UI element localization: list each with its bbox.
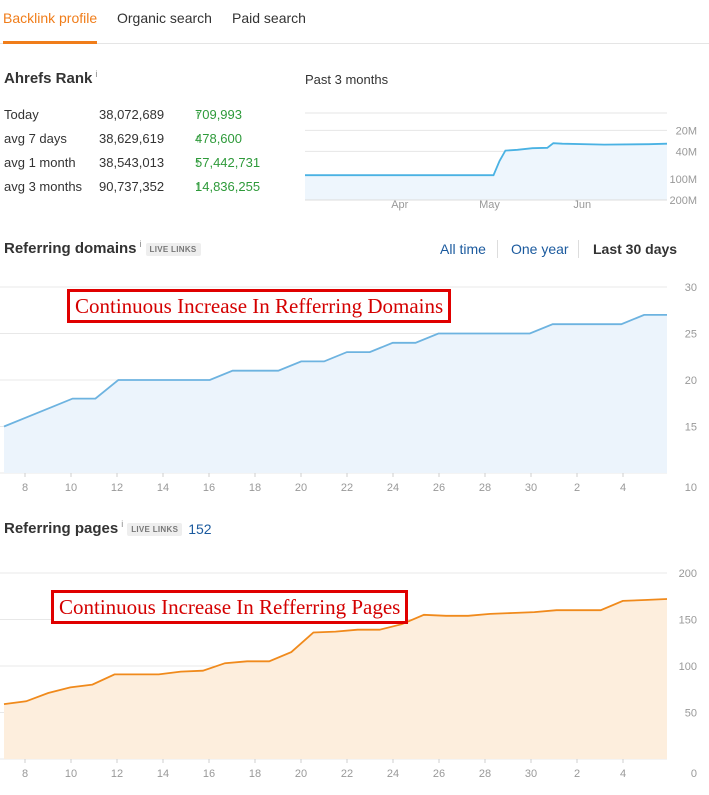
x-tick-label: 16 — [203, 768, 215, 780]
range-one-year[interactable]: One year — [511, 241, 569, 257]
y-tick-label: 25 — [685, 329, 697, 341]
x-tick-label: May — [479, 199, 500, 211]
series-area — [4, 314, 667, 473]
range-divider — [497, 240, 498, 258]
info-icon[interactable]: i — [140, 239, 142, 249]
info-icon[interactable]: i — [121, 519, 123, 529]
x-tick-label: 22 — [341, 482, 353, 494]
y-tick-label: 10 — [685, 482, 697, 494]
y-tick-label: 0 — [691, 768, 697, 780]
x-tick-label: 12 — [111, 768, 123, 780]
x-tick-label: 24 — [387, 768, 399, 780]
y-tick-label: 100M — [669, 174, 697, 186]
x-tick-label: 18 — [249, 768, 261, 780]
x-tick-label: 20 — [295, 482, 307, 494]
x-tick-label: 8 — [22, 482, 28, 494]
y-tick-label: 20M — [676, 125, 697, 137]
referring-pages-heading: Referring pages — [4, 520, 119, 537]
x-tick-label: 30 — [525, 482, 537, 494]
x-tick-label: 2 — [574, 482, 580, 494]
y-tick-label: 200M — [669, 195, 697, 207]
live-links-badge: LIVE LINKS — [145, 242, 201, 256]
ahrefs-rank-title: Ahrefs Rank i — [4, 69, 97, 87]
x-tick-label: 28 — [479, 768, 491, 780]
x-tick-label: 4 — [620, 768, 626, 780]
x-tick-label: 24 — [387, 482, 399, 494]
y-tick-label: 40M — [676, 146, 697, 158]
referring-pages-count[interactable]: 152 — [188, 521, 211, 537]
x-tick-label: 14 — [157, 482, 169, 494]
x-tick-label: 28 — [479, 482, 491, 494]
x-tick-label: 30 — [525, 768, 537, 780]
x-tick-label: 14 — [157, 768, 169, 780]
y-tick-label: 150 — [679, 615, 697, 627]
y-tick-label: 200 — [679, 568, 697, 580]
tab-backlink-profile[interactable]: Backlink profile — [3, 10, 97, 26]
report-tabs: Backlink profile Organic search Paid sea… — [0, 0, 709, 44]
rank-period-label: Past 3 months — [305, 72, 389, 87]
range-divider — [578, 240, 579, 258]
y-tick-label: 20 — [685, 375, 697, 387]
referring-pages-callout: Continuous Increase In Refferring Pages — [51, 590, 409, 624]
tab-paid-search[interactable]: Paid search — [232, 10, 306, 26]
y-tick-label: 100 — [679, 661, 697, 673]
x-tick-label: 4 — [620, 482, 626, 494]
referring-domains-callout: Continuous Increase In Refferring Domain… — [67, 289, 452, 323]
ahrefs-rank-heading: Ahrefs Rank — [4, 70, 93, 87]
y-tick-label: 50 — [685, 708, 697, 720]
x-tick-label: 20 — [295, 768, 307, 780]
x-tick-label: 2 — [574, 768, 580, 780]
x-tick-label: 26 — [433, 482, 445, 494]
x-tick-label: Jun — [573, 199, 591, 211]
x-tick-label: 10 — [65, 482, 77, 494]
x-tick-label: Apr — [391, 199, 408, 211]
range-last-30-days[interactable]: Last 30 days — [593, 241, 677, 257]
y-tick-label: 15 — [685, 422, 697, 434]
x-tick-label: 10 — [65, 768, 77, 780]
tab-organic-search[interactable]: Organic search — [117, 10, 212, 26]
x-tick-label: 22 — [341, 768, 353, 780]
live-links-badge: LIVE LINKS — [127, 522, 183, 536]
referring-pages-title: Referring pages i LIVE LINKS 152 — [4, 519, 212, 537]
x-tick-label: 18 — [249, 482, 261, 494]
referring-domains-title: Referring domains iLIVE LINKS — [4, 239, 201, 257]
x-tick-label: 12 — [111, 482, 123, 494]
ahrefs-rank-chart: 20M 40M 100M 200M Apr May Jun — [305, 112, 697, 211]
referring-domains-heading: Referring domains — [4, 240, 137, 257]
x-tick-label: 16 — [203, 482, 215, 494]
range-all-time[interactable]: All time — [440, 241, 486, 257]
x-tick-label: 8 — [22, 768, 28, 780]
x-tick-label: 26 — [433, 768, 445, 780]
active-tab-indicator — [3, 41, 97, 44]
info-icon[interactable]: i — [95, 69, 97, 79]
y-tick-label: 30 — [685, 282, 697, 294]
